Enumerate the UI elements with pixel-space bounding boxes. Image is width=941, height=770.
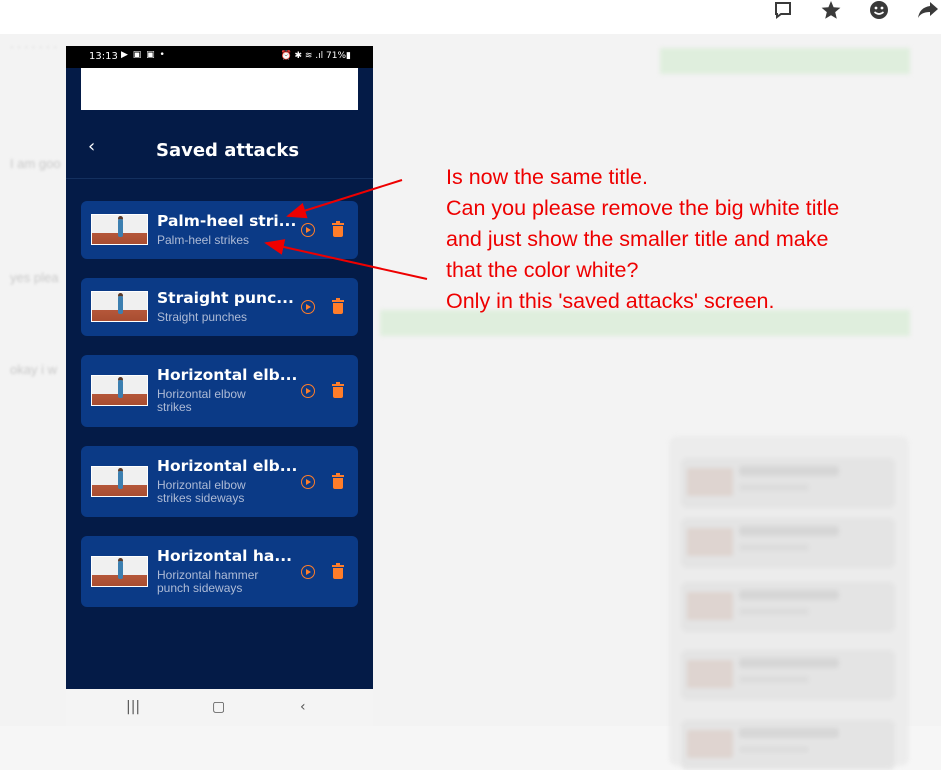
annotation-line: Is now the same title. <box>446 165 648 189</box>
annotation-line: and just show the smaller title and make <box>446 227 829 251</box>
arrow-to-title <box>286 179 403 219</box>
arrow-to-subtitle <box>264 239 428 280</box>
feedback-annotation: Is now the same title. Can you please re… <box>446 162 839 317</box>
annotation-line: Only in this 'saved attacks' screen. <box>446 289 775 313</box>
annotation-arrows <box>264 179 428 280</box>
annotation-line: Can you please remove the big white titl… <box>446 196 840 220</box>
annotation-line: that the color white? <box>446 258 639 282</box>
